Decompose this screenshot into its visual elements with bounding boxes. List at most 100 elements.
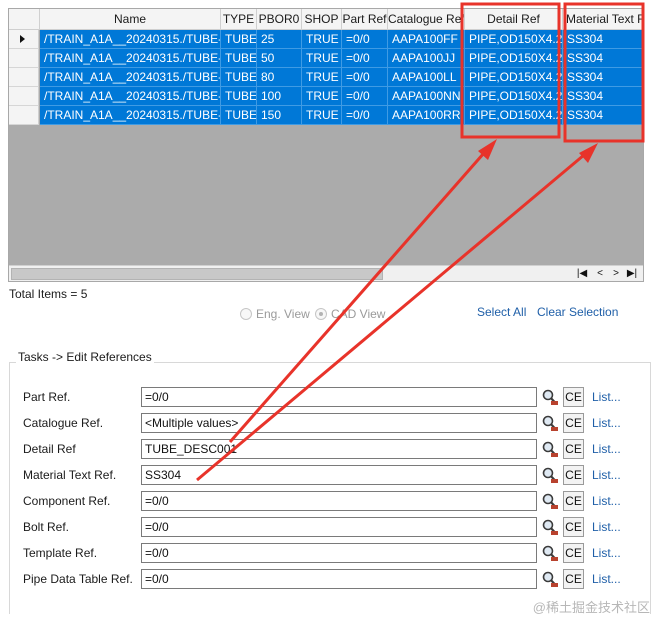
cell-shop[interactable]: TRUE [302, 106, 342, 125]
row-header[interactable] [9, 106, 39, 125]
eng-view-radio[interactable]: Eng. View [240, 307, 310, 321]
cell-type[interactable]: TUBE [221, 106, 257, 125]
template-ref-input[interactable]: =0/0 [141, 543, 537, 563]
search-icon[interactable] [541, 543, 559, 563]
clear-selection-button[interactable]: Clear Selection [537, 305, 618, 319]
cell-material-text-ref[interactable]: SS304 [563, 87, 643, 106]
list-link[interactable]: List... [592, 387, 621, 407]
col-header-shop[interactable]: SHOP [302, 9, 342, 30]
cell-material-text-ref[interactable]: SS304 [563, 49, 643, 68]
cell-part-ref[interactable]: =0/0 [342, 68, 388, 87]
cell-detail-ref[interactable]: PIPE,OD150X4.2 [465, 87, 563, 106]
cell-type[interactable]: TUBE [221, 30, 257, 49]
cell-material-text-ref[interactable]: SS304 [563, 30, 643, 49]
row-header[interactable] [9, 68, 39, 87]
ce-button[interactable]: CE [563, 543, 584, 563]
search-icon[interactable] [541, 387, 559, 407]
col-header-material-text-ref[interactable]: Material Text Re [563, 9, 643, 30]
select-all-button[interactable]: Select All [477, 305, 526, 319]
cell-part-ref[interactable]: =0/0 [342, 87, 388, 106]
part-ref-input[interactable]: =0/0 [141, 387, 537, 407]
cell-name[interactable]: /TRAIN_A1A__20240315./TUBE-5 [40, 106, 221, 125]
table-row[interactable]: /TRAIN_A1A__20240315./TUBE-2 TUBE 50 TRUE =0… [9, 49, 643, 68]
cell-pbor0[interactable]: 50 [257, 49, 302, 68]
cell-detail-ref[interactable]: PIPE,OD150X4.2 [465, 30, 563, 49]
row-header[interactable] [9, 87, 39, 106]
col-header-type[interactable]: TYPE [221, 9, 257, 30]
last-icon[interactable]: ▶| [625, 267, 639, 281]
search-icon[interactable] [541, 413, 559, 433]
cell-shop[interactable]: TRUE [302, 49, 342, 68]
cell-type[interactable]: TUBE [221, 49, 257, 68]
pipe-data-table-ref-input[interactable]: =0/0 [141, 569, 537, 589]
cell-shop[interactable]: TRUE [302, 30, 342, 49]
ce-button[interactable]: CE [563, 569, 584, 589]
row-header[interactable] [9, 49, 39, 68]
list-link[interactable]: List... [592, 543, 621, 563]
search-icon[interactable] [541, 517, 559, 537]
ce-button[interactable]: CE [563, 387, 584, 407]
cell-type[interactable]: TUBE [221, 87, 257, 106]
cell-part-ref[interactable]: =0/0 [342, 106, 388, 125]
cell-material-text-ref[interactable]: SS304 [563, 68, 643, 87]
cell-shop[interactable]: TRUE [302, 87, 342, 106]
component-ref-input[interactable]: =0/0 [141, 491, 537, 511]
ce-button[interactable]: CE [563, 517, 584, 537]
bolt-ref-input[interactable]: =0/0 [141, 517, 537, 537]
cell-detail-ref[interactable]: PIPE,OD150X4.2 [465, 68, 563, 87]
cell-part-ref[interactable]: =0/0 [342, 49, 388, 68]
cell-catalogue-ref[interactable]: AAPA100FF [388, 30, 465, 49]
cell-shop[interactable]: TRUE [302, 68, 342, 87]
row-header[interactable] [9, 30, 39, 49]
col-header-catalogue-ref[interactable]: Catalogue Ref [388, 9, 465, 30]
search-icon[interactable] [541, 465, 559, 485]
cell-detail-ref[interactable]: PIPE,OD150X4.2 [465, 49, 563, 68]
cell-pbor0[interactable]: 150 [257, 106, 302, 125]
material-text-ref-input[interactable]: SS304 [141, 465, 537, 485]
table-row[interactable]: /TRAIN_A1A__20240315./TUBE-1 TUBE 25 TRUE =0… [9, 30, 643, 49]
table-row[interactable]: /TRAIN_A1A__20240315./TUBE-3 TUBE 80 TRUE =0… [9, 68, 643, 87]
cell-catalogue-ref[interactable]: AAPA100RR [388, 106, 465, 125]
detail-ref-input[interactable]: TUBE_DESC001 [141, 439, 537, 459]
cell-part-ref[interactable]: =0/0 [342, 30, 388, 49]
cell-catalogue-ref[interactable]: AAPA100JJ [388, 49, 465, 68]
col-header-detail-ref[interactable]: Detail Ref [465, 9, 563, 30]
ce-button[interactable]: CE [563, 491, 584, 511]
col-header-part-ref[interactable]: Part Ref [342, 9, 388, 30]
cad-view-radio[interactable]: CAD View [315, 307, 385, 321]
list-link[interactable]: List... [592, 439, 621, 459]
cell-pbor0[interactable]: 100 [257, 87, 302, 106]
list-link[interactable]: List... [592, 517, 621, 537]
catalogue-ref-input[interactable]: <Multiple values> [141, 413, 537, 433]
list-link[interactable]: List... [592, 413, 621, 433]
cell-name[interactable]: /TRAIN_A1A__20240315./TUBE-3 [40, 68, 221, 87]
cell-detail-ref[interactable]: PIPE,OD150X4.2 [465, 106, 563, 125]
ce-button[interactable]: CE [563, 465, 584, 485]
cell-name[interactable]: /TRAIN_A1A__20240315./TUBE-4 [40, 87, 221, 106]
list-link[interactable]: List... [592, 465, 621, 485]
search-icon[interactable] [541, 439, 559, 459]
next-icon[interactable]: > [609, 267, 623, 281]
ce-button[interactable]: CE [563, 413, 584, 433]
first-icon[interactable]: |◀ [575, 267, 589, 281]
search-icon[interactable] [541, 569, 559, 589]
cell-name[interactable]: /TRAIN_A1A__20240315./TUBE-2 [40, 49, 221, 68]
cell-pbor0[interactable]: 25 [257, 30, 302, 49]
cell-catalogue-ref[interactable]: AAPA100LL [388, 68, 465, 87]
scrollbar-thumb[interactable] [11, 268, 383, 280]
cell-catalogue-ref[interactable]: AAPA100NN [388, 87, 465, 106]
cell-material-text-ref[interactable]: SS304 [563, 106, 643, 125]
list-link[interactable]: List... [592, 569, 621, 589]
cell-pbor0[interactable]: 80 [257, 68, 302, 87]
cell-type[interactable]: TUBE [221, 68, 257, 87]
col-header-pbor0[interactable]: PBOR0 [257, 9, 302, 30]
table-row[interactable]: /TRAIN_A1A__20240315./TUBE-4 TUBE 100 TRUE =… [9, 87, 643, 106]
cell-name[interactable]: /TRAIN_A1A__20240315./TUBE-1 [40, 30, 221, 49]
prev-icon[interactable]: < [593, 267, 607, 281]
col-header-name[interactable]: Name [40, 9, 221, 30]
list-link[interactable]: List... [592, 491, 621, 511]
search-icon[interactable] [541, 491, 559, 511]
horizontal-scrollbar[interactable]: |◀ < > ▶| [9, 265, 643, 281]
table-row[interactable]: /TRAIN_A1A__20240315./TUBE-5 TUBE 150 TRUE =… [9, 106, 643, 125]
ce-button[interactable]: CE [563, 439, 584, 459]
